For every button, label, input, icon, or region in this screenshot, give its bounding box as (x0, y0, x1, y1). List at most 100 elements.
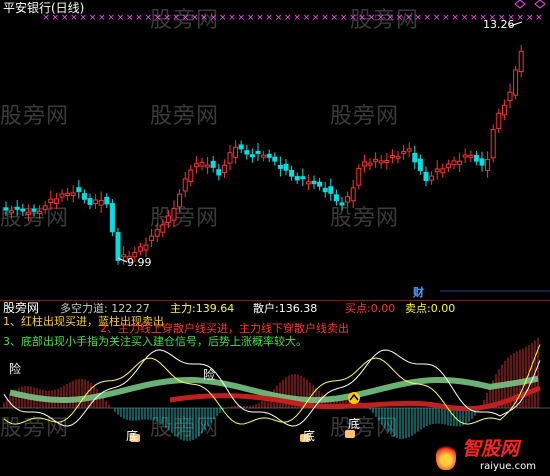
candle-body (462, 154, 468, 158)
candle-body (479, 158, 485, 166)
top-marker: × (433, 13, 441, 23)
bottom-signal-label: 底 (126, 429, 139, 443)
candle-body (317, 181, 323, 187)
danger-signal-label: 险 (203, 368, 216, 382)
top-diamond-marker (514, 0, 526, 9)
top-marker: × (256, 13, 264, 23)
hand-signal-icon (345, 430, 355, 438)
candle-body (378, 160, 384, 164)
footer-logo[interactable]: 智股网 raiyue.com (436, 438, 548, 474)
candle-body (81, 193, 87, 200)
indicator-duokong: 多空力道: 122.27 (60, 302, 150, 315)
cai-badge[interactable]: 财 (413, 286, 424, 299)
candle-body (412, 152, 418, 163)
candle-body (294, 176, 300, 181)
top-marker: × (219, 13, 227, 23)
bottom-signal-label: 底 (348, 417, 361, 431)
candle-body (518, 50, 524, 73)
top-marker: × (312, 13, 320, 23)
candle-body (513, 69, 519, 96)
candle-body (451, 160, 457, 166)
top-marker: × (154, 13, 162, 23)
candle-body (501, 104, 507, 116)
flame-logo-icon (436, 442, 456, 470)
candle-body (9, 210, 15, 214)
candle-body (445, 163, 451, 169)
candle-body (149, 235, 155, 241)
candle-body (14, 206, 20, 210)
candle-body (20, 208, 26, 212)
bottom-signal-label: 底 (303, 429, 316, 443)
top-marker: × (470, 13, 478, 23)
candle-body (345, 196, 351, 203)
danger-signal-label: 险 (9, 362, 22, 376)
top-marker: × (238, 13, 246, 23)
candle-body (59, 193, 65, 198)
candle-body (261, 154, 267, 158)
candle-body (361, 161, 367, 167)
candle-body (53, 198, 59, 204)
candle-body (277, 165, 283, 169)
indicator-sell-point: 卖点:0.00 (405, 302, 456, 315)
top-marker: × (182, 13, 190, 23)
candle-body (300, 176, 306, 180)
candle-body (216, 169, 222, 176)
top-marker: × (349, 13, 357, 23)
candle-body (3, 207, 9, 211)
candle-body (507, 91, 513, 102)
top-marker: × (210, 13, 218, 23)
top-marker: × (526, 13, 534, 23)
indicator-zhuli: 主力:139.64 (170, 302, 235, 315)
candle-body (210, 160, 216, 168)
candle-body (328, 186, 334, 194)
candle-body (283, 163, 289, 171)
candle-body (434, 168, 440, 173)
top-marker: × (414, 13, 422, 23)
top-marker: × (228, 13, 236, 23)
candle-body (440, 168, 446, 174)
candle-body (137, 246, 143, 252)
candle-body (205, 164, 211, 168)
indicator-sanhu: 散户:136.38 (253, 302, 318, 315)
candle-body (367, 162, 373, 166)
candle-body (490, 129, 496, 159)
stock-chart-window: 股旁网 股旁网 股旁网 股旁网 股旁网 股旁网 股旁网 股旁网 股旁网 股旁网 … (0, 0, 550, 476)
top-marker: × (284, 13, 292, 23)
candle-body (485, 159, 491, 171)
top-marker: × (331, 13, 339, 23)
top-marker: × (405, 13, 413, 23)
top-marker: × (321, 13, 329, 23)
top-marker: × (377, 13, 385, 23)
candlestick-chart[interactable]: × × × × × × × × × × × × × × × × × × × × × × × × × × × × × × × × × × × × × × × ×… (0, 0, 550, 300)
candle-body (143, 244, 149, 251)
candle-body (395, 155, 401, 159)
candle-body (104, 196, 110, 205)
top-marker: × (386, 13, 394, 23)
candle-body (468, 154, 474, 158)
candle-body (255, 150, 261, 154)
candle-body (272, 156, 278, 162)
candle-body (171, 207, 177, 221)
candle-body (182, 178, 188, 192)
top-marker: × (145, 13, 153, 23)
candle-body (457, 160, 463, 165)
top-marker: × (461, 13, 469, 23)
candle-body (188, 169, 194, 183)
candle-body (473, 154, 479, 162)
candle-body (177, 193, 183, 208)
top-marker: × (358, 13, 366, 23)
top-marker: × (89, 13, 97, 23)
top-marker: × (265, 13, 273, 23)
candle-body (350, 187, 356, 202)
price-low-label: 9.99 (127, 256, 152, 269)
footer-logo-url: raiyue.com (480, 461, 536, 472)
top-marker: × (98, 13, 106, 23)
candle-body (305, 181, 311, 185)
candle-body (384, 159, 390, 164)
candle-body (389, 155, 395, 159)
top-marker: × (451, 13, 459, 23)
candle-body (322, 187, 328, 193)
candle-body (199, 161, 205, 167)
top-marker: × (247, 13, 255, 23)
window-title: 平安银行(日线) (3, 1, 85, 15)
